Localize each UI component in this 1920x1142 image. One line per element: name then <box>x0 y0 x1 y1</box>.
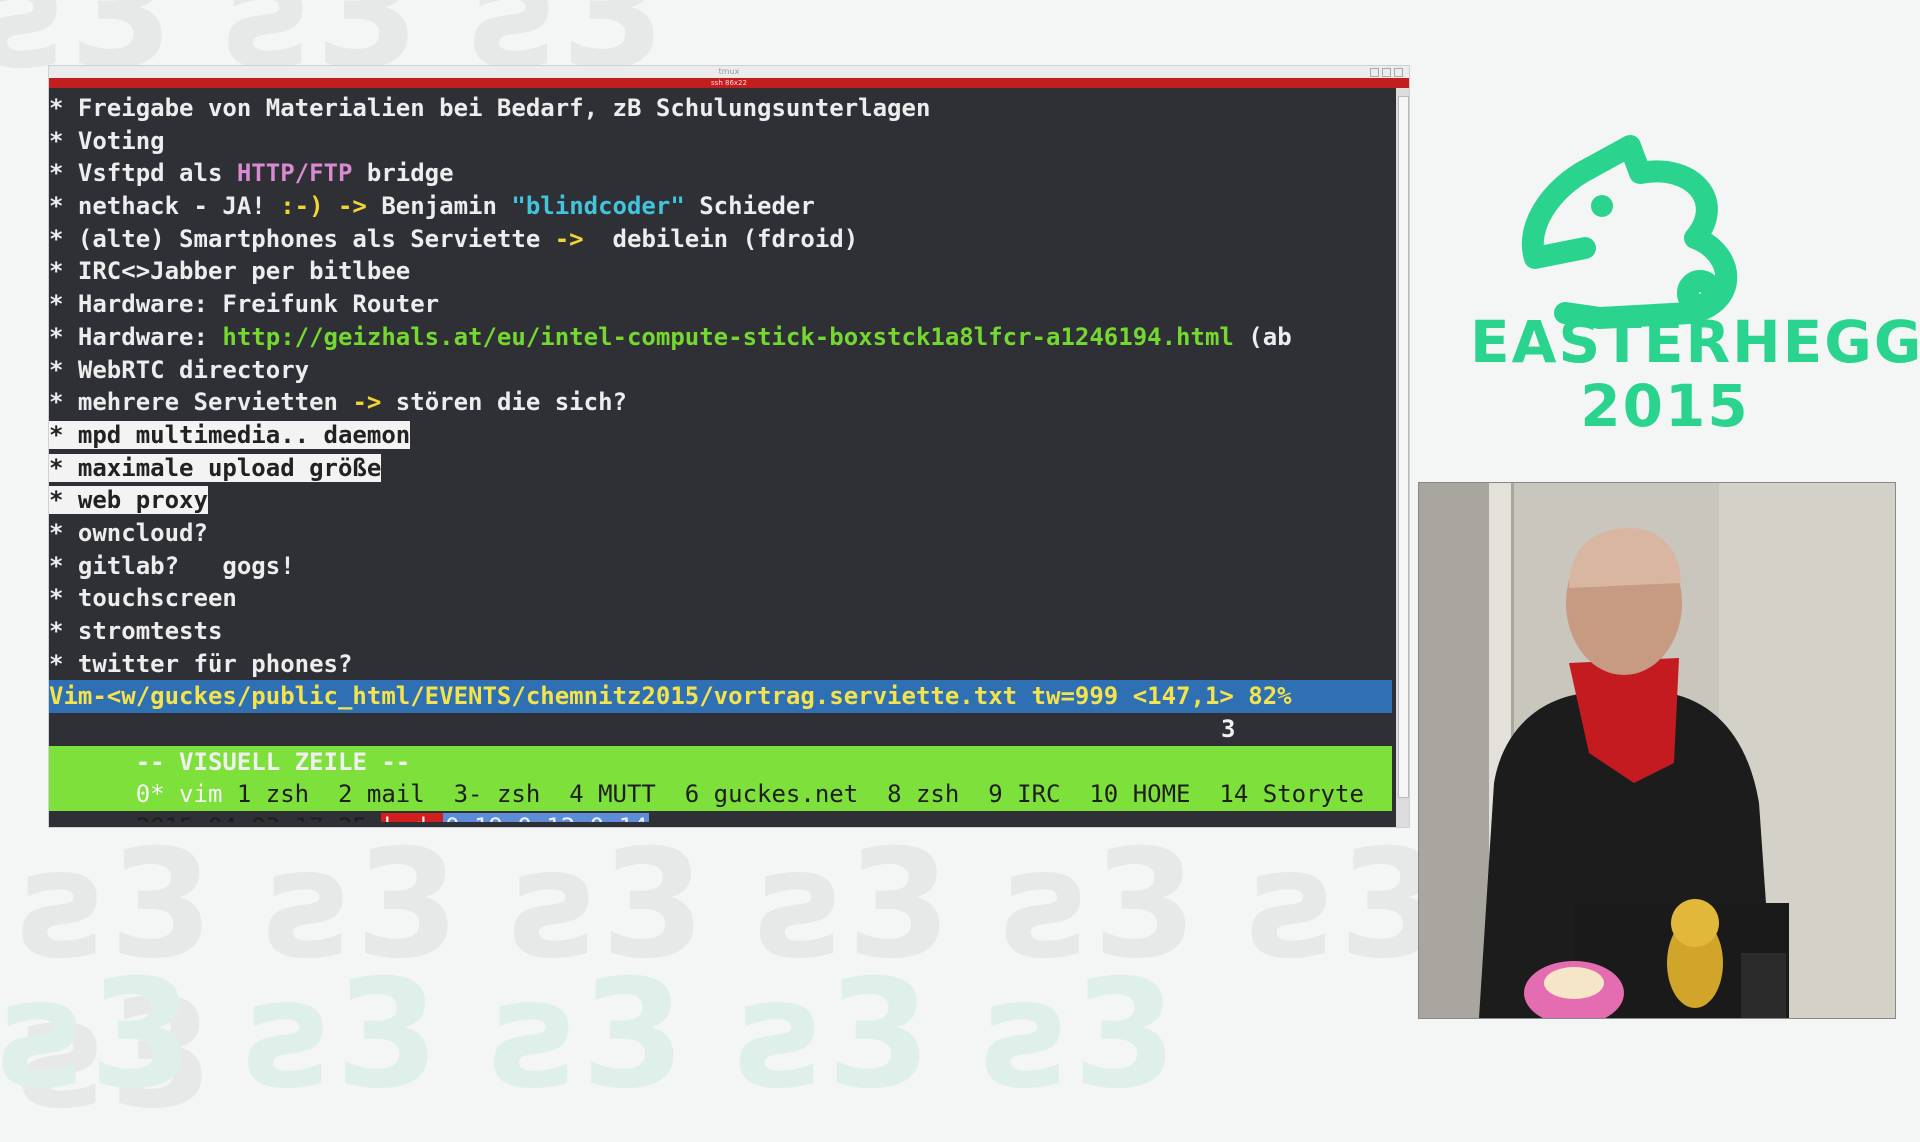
tmux-window-others[interactable]: 1 zsh 2 mail 3- zsh 4 MUTT 6 guckes.net … <box>222 780 1364 808</box>
event-logo-name: EASTERHEGG <box>1470 308 1920 376</box>
buffer-line[interactable]: * twitter für phones? <box>49 648 1392 681</box>
buffer-text: -> <box>352 388 382 417</box>
buffer-text: Schieder <box>684 192 815 221</box>
buffer-text: HTTP/FTP <box>236 159 353 188</box>
buffer-text: http://geizhals.at/eu/intel-compute-stic… <box>222 322 1234 351</box>
pending-count: 3 <box>1221 715 1236 744</box>
buffer-text: stören die sich? <box>381 388 627 417</box>
buffer-line[interactable]: * mpd multimedia.. daemon <box>49 419 1392 452</box>
vim-status-line: Vim-<w/guckes/public_html/EVENTS/chemnit… <box>49 680 1392 714</box>
buffer-line[interactable]: * WebRTC directory <box>49 354 1392 387</box>
buffer-text: * Hardware: <box>49 322 223 351</box>
event-logo-text: EASTERHEGG 2015 <box>1470 308 1920 440</box>
buffer-text: Benjamin <box>366 192 512 221</box>
scrollbar-thumb[interactable] <box>1398 96 1409 798</box>
mode-indicator: -- VISUELL ZEILE -- <box>135 747 411 776</box>
terminal-tab[interactable]: ssh 86x22 <box>49 78 1409 88</box>
buffer-text: * twitter für phones? <box>49 649 353 678</box>
maximize-icon[interactable] <box>1382 68 1391 77</box>
buffer-text: * mehrere Servietten <box>49 388 353 417</box>
buffer-line[interactable]: * stromtests <box>49 615 1392 648</box>
buffer-text: (ab <box>1233 322 1292 351</box>
buffer-text: * (alte) Smartphones als Serviette <box>49 224 555 253</box>
buffer-text: * stromtests <box>49 617 223 645</box>
speaker-camera-feed <box>1418 482 1896 1019</box>
buffer-line[interactable]: * gitlab? gogs! <box>49 550 1392 583</box>
window-titlebar[interactable]: tmux <box>49 66 1409 78</box>
buffer-line[interactable]: * Vsftpd als HTTP/FTP bridge <box>49 157 1392 190</box>
buffer-text: * gitlab? gogs! <box>49 551 295 580</box>
buffer-line[interactable]: * owncloud? <box>49 517 1392 550</box>
buffer-line[interactable]: * Hardware: http://geizhals.at/eu/intel-… <box>49 321 1392 354</box>
event-logo-year: 2015 <box>1580 372 1750 440</box>
buffer-text: * Freigabe von Materialien bei Bedarf, z… <box>49 94 931 122</box>
vim-buffer[interactable]: * Freigabe von Materialien bei Bedarf, z… <box>49 92 1392 680</box>
buffer-text: * touchscreen <box>49 584 237 613</box>
terminal-tab-label: ssh 86x22 <box>711 79 747 87</box>
buffer-line[interactable]: * nethack - JA! :-) -> Benjamin "blindco… <box>49 190 1392 223</box>
buffer-text: * IRC<>Jabber per bitlbee <box>49 257 411 286</box>
buffer-text: * WebRTC directory <box>49 355 310 384</box>
tmux-load-average: 0,19 0,12 0,14 <box>443 813 650 822</box>
buffer-line[interactable]: * IRC<>Jabber per bitlbee <box>49 255 1392 288</box>
buffer-text: -> <box>554 224 584 253</box>
buffer-line[interactable]: * touchscreen <box>49 582 1392 615</box>
buffer-text: * nethack - JA! <box>49 192 281 221</box>
speaker-video-image <box>1419 483 1895 1018</box>
window-title: tmux <box>718 67 740 76</box>
terminal-window[interactable]: tmux ssh 86x22 * Freigabe von Materialie… <box>49 66 1409 827</box>
buffer-line[interactable]: * Freigabe von Materialien bei Bedarf, z… <box>49 92 1392 125</box>
buffer-line[interactable]: * maximale upload größe <box>49 452 1392 485</box>
buffer-text: "blindcoder" <box>511 192 685 221</box>
buffer-text: * Hardware: Freifunk Router <box>49 290 440 319</box>
minimize-icon[interactable] <box>1370 68 1379 77</box>
tmux-datetime: 2015-04-03 17:25 <box>136 813 382 822</box>
buffer-text: * maximale upload größe <box>49 453 382 482</box>
close-icon[interactable] <box>1394 68 1403 77</box>
buffer-text: * web proxy <box>49 486 208 515</box>
tmux-hostname: kudu <box>381 813 444 822</box>
buffer-line[interactable]: * mehrere Servietten -> stören die sich? <box>49 386 1392 419</box>
buffer-text: * Vsftpd als <box>49 159 237 188</box>
buffer-line[interactable]: * (alte) Smartphones als Serviette -> de… <box>49 223 1392 256</box>
buffer-line[interactable]: * web proxy <box>49 484 1392 517</box>
tmux-window-current[interactable]: 0* vim <box>136 780 223 808</box>
buffer-text: * mpd multimedia.. daemon <box>49 420 411 449</box>
buffer-text: * Voting <box>49 126 165 155</box>
buffer-line[interactable]: * Voting <box>49 125 1392 158</box>
buffer-text: :-) -> <box>280 192 367 221</box>
buffer-text: debilein (fdroid) <box>583 224 859 253</box>
buffer-text: * owncloud? <box>49 518 208 547</box>
scrollbar[interactable] <box>1396 88 1409 827</box>
buffer-text: bridge <box>352 159 454 188</box>
vim-mode-line: -- VISUELL ZEILE -- 3 <box>49 713 1392 776</box>
terminal-screen[interactable]: * Freigabe von Materialien bei Bedarf, z… <box>49 92 1392 822</box>
buffer-line[interactable]: * Hardware: Freifunk Router <box>49 288 1392 321</box>
